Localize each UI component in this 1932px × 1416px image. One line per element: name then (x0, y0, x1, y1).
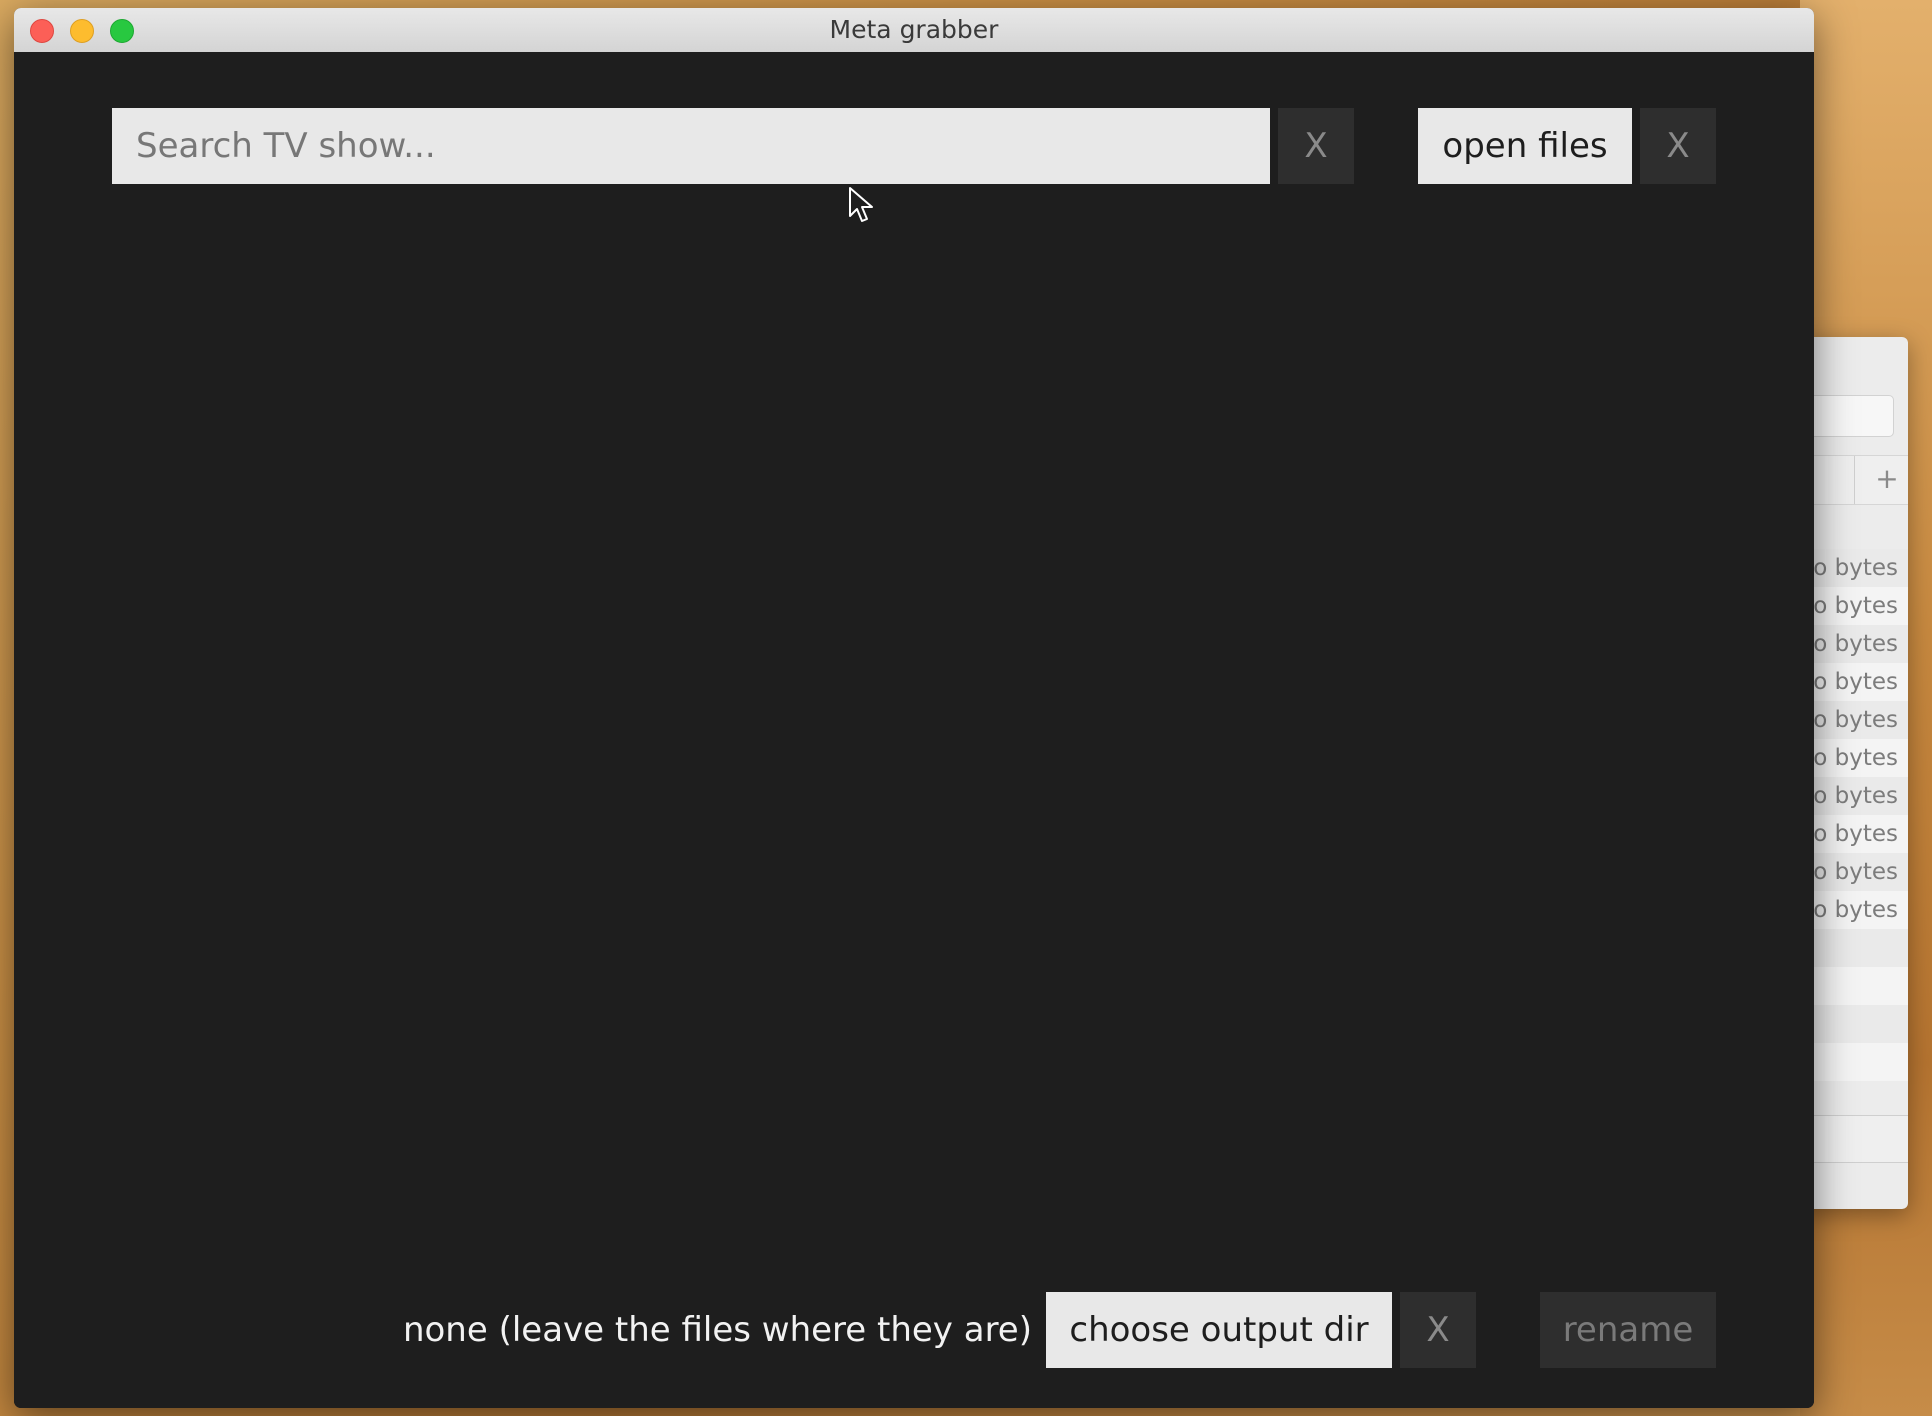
output-dir-label: none (leave the files where they are) (402, 1310, 1032, 1350)
clear-files-button[interactable]: X (1640, 108, 1716, 184)
list-item[interactable]: o bytes (1800, 815, 1908, 853)
rename-button[interactable]: rename (1540, 1292, 1716, 1368)
background-file-list: o bytes o bytes o bytes o bytes o bytes … (1800, 549, 1908, 1081)
list-item[interactable]: o bytes (1800, 853, 1908, 891)
background-window-toolbar: + (1800, 455, 1908, 505)
list-item[interactable]: o bytes (1800, 663, 1908, 701)
list-item-empty (1800, 929, 1908, 967)
main-content: X open files X none (leave the files whe… (14, 52, 1814, 1408)
list-item-empty (1800, 1043, 1908, 1081)
background-window-footer (1800, 1115, 1908, 1163)
window-title: Meta grabber (829, 15, 999, 44)
list-item-empty (1800, 1005, 1908, 1043)
minimize-window-button[interactable] (70, 19, 94, 43)
clear-output-dir-button[interactable]: X (1400, 1292, 1476, 1368)
list-item[interactable]: o bytes (1800, 739, 1908, 777)
list-item[interactable]: o bytes (1800, 777, 1908, 815)
list-item[interactable]: o bytes (1800, 587, 1908, 625)
background-window-field[interactable] (1800, 395, 1894, 437)
close-window-button[interactable] (30, 19, 54, 43)
list-item[interactable]: o bytes (1800, 891, 1908, 929)
clear-search-button[interactable]: X (1278, 108, 1354, 184)
mouse-cursor-icon (849, 187, 873, 222)
app-window: Meta grabber X open files X none (leave … (14, 8, 1814, 1408)
list-item[interactable]: o bytes (1800, 625, 1908, 663)
add-icon[interactable]: + (1874, 462, 1900, 496)
list-item[interactable]: o bytes (1800, 549, 1908, 587)
search-input[interactable] (112, 108, 1270, 184)
title-bar[interactable]: Meta grabber (14, 8, 1814, 53)
background-window[interactable]: + o bytes o bytes o bytes o bytes o byte… (1800, 337, 1908, 1209)
open-files-button[interactable]: open files (1418, 108, 1632, 184)
choose-output-dir-button[interactable]: choose output dir (1046, 1292, 1392, 1368)
maximize-window-button[interactable] (110, 19, 134, 43)
toolbar-divider (1854, 456, 1855, 504)
list-item-empty (1800, 967, 1908, 1005)
list-item[interactable]: o bytes (1800, 701, 1908, 739)
